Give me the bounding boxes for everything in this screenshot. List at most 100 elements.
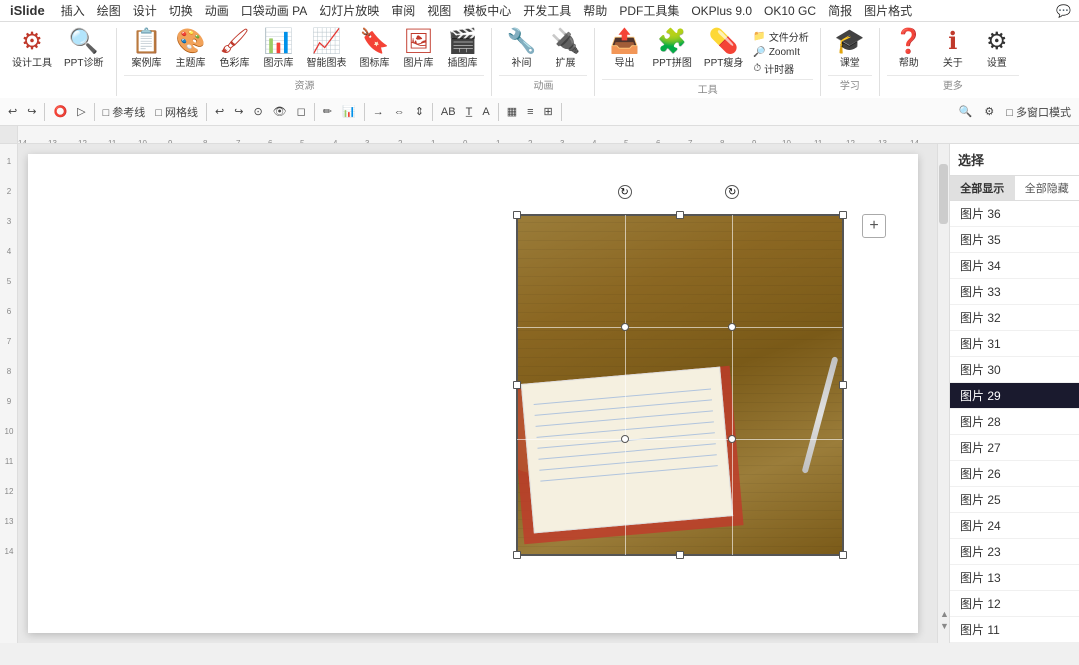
panel-item-26[interactable]: 图片 26 [950,461,1079,487]
scrollbar-vertical[interactable]: ▲ ▼ [937,144,949,643]
handle-br[interactable] [839,551,847,559]
crop-handle-3[interactable] [621,435,629,443]
rotate-right-tool[interactable]: ↪ [230,103,247,120]
panel-item-30[interactable]: 图片 30 [950,357,1079,383]
image-library-button[interactable]: 🖼 图片库 [396,26,440,73]
color-library-button[interactable]: 🖌 色彩库 [212,26,256,73]
panel-item-34[interactable]: 图片 34 [950,253,1079,279]
circle-tool[interactable]: ⊙ [249,103,266,120]
rotate-left-tool[interactable]: ↩ [211,103,228,120]
menu-review[interactable]: 审阅 [385,0,421,21]
help-button[interactable]: ❓ 帮助 [887,26,931,73]
format-tool[interactable]: ▦ [503,103,521,120]
panel-item-25[interactable]: 图片 25 [950,487,1079,513]
canvas-area[interactable]: ↻ ↻ + ▲ ▼ [18,144,949,643]
panel-item-36[interactable]: 图片 36 [950,201,1079,227]
panel-item-23[interactable]: 图片 23 [950,539,1079,565]
select-tool[interactable]: ⭕ [49,103,71,120]
redo-button[interactable]: ↪ [23,103,40,120]
comment-icon[interactable]: 💬 [1052,2,1075,20]
menu-slideshow[interactable]: 幻灯片放映 [313,0,385,21]
color-tool[interactable]: A [478,104,493,120]
panel-item-27[interactable]: 图片 27 [950,435,1079,461]
menu-help[interactable]: 帮助 [577,0,613,21]
export-button[interactable]: 📤 导出 [602,26,646,73]
ppt-slim-button[interactable]: 💊 PPT瘦身 [698,26,749,73]
multiwindow-toggle[interactable]: □ 多窗口模式 [1002,102,1075,122]
menu-okplus[interactable]: OKPlus 9.0 [685,2,758,20]
pen-tool[interactable]: ✏ [319,103,336,120]
tween-button[interactable]: 🔧 补间 [499,26,543,73]
panel-item-31[interactable]: 图片 31 [950,331,1079,357]
scrollbar-thumb[interactable] [939,164,948,224]
illustration-library-button[interactable]: 🎬 插图库 [440,26,484,73]
menu-report[interactable]: 简报 [822,0,858,21]
ppt-puzzle-button[interactable]: 🧩 PPT拼图 [646,26,697,73]
pointer-tool[interactable]: ▷ [73,103,89,120]
panel-item-12[interactable]: 图片 12 [950,591,1079,617]
menu-insert[interactable]: 插入 [55,0,91,21]
handle-tr[interactable] [839,211,847,219]
design-tool-button[interactable]: ⚙ 设计工具 [6,26,58,73]
smart-chart-button[interactable]: 📈 智能图表 [300,26,352,73]
chart-tool[interactable]: 📊 [338,103,360,120]
case-library-button[interactable]: 📋 案例库 [124,26,168,73]
plus-button[interactable]: + [862,214,886,238]
eye-tool[interactable]: 👁 [269,103,291,120]
grid-toggle[interactable]: □ 网格线 [151,102,202,122]
align-tool[interactable]: ⇔ [390,104,409,120]
classroom-button[interactable]: 🎓 课堂 [828,26,872,73]
extend-button[interactable]: 🔌 扩展 [543,26,587,73]
timer-button[interactable]: ⏱ 计时器 [749,60,812,77]
layout-tool[interactable]: ≡ [523,104,537,120]
selected-image[interactable]: ↻ ↻ [516,214,844,556]
menu-view[interactable]: 视图 [421,0,457,21]
arrow-tool[interactable]: → [369,104,388,120]
handle-tl[interactable] [513,211,521,219]
table-tool[interactable]: ⊞ [540,103,557,120]
theme-library-button[interactable]: 🎨 主题库 [168,26,212,73]
ppt-diagnose-button[interactable]: 🔍 PPT诊断 [58,26,109,73]
crop-handle-1[interactable] [621,323,629,331]
menu-template[interactable]: 模板中心 [457,0,517,21]
settings-gear[interactable]: ⚙ [980,103,998,120]
menu-animation[interactable]: 动画 [199,0,235,21]
menu-pdf[interactable]: PDF工具集 [613,0,685,21]
menu-image-format[interactable]: 图片格式 [858,0,918,21]
handle-mr[interactable] [839,381,847,389]
about-button[interactable]: ℹ 关于 [931,26,975,73]
rotate-handle-top-left[interactable]: ↻ [618,185,632,199]
menu-ok10[interactable]: OK10 GC [758,2,822,20]
reference-line-toggle[interactable]: □ 参考线 [99,102,150,122]
tab-show-all[interactable]: 全部显示 [950,176,1015,200]
handle-tm[interactable] [676,211,684,219]
settings-button[interactable]: ⚙ 设置 [975,26,1019,73]
menu-transition[interactable]: 切换 [163,0,199,21]
handle-bl[interactable] [513,551,521,559]
zoomit-button[interactable]: 🔎 ZoomIt [749,46,812,59]
undo-button[interactable]: ↩ [4,103,21,120]
diagram-library-button[interactable]: 📊 图示库 [256,26,300,73]
scroll-arrow-up[interactable]: ▲ [940,609,949,619]
menu-draw[interactable]: 绘图 [91,0,127,21]
underline-tool[interactable]: T̲ [462,104,477,120]
distribute-tool[interactable]: ⇕ [411,103,428,120]
icon-library-button[interactable]: 🔖 图标库 [352,26,396,73]
file-analysis-button[interactable]: 📁 文件分析 [749,28,812,45]
scroll-arrow-down[interactable]: ▼ [940,621,949,631]
panel-item-33[interactable]: 图片 33 [950,279,1079,305]
panel-item-13[interactable]: 图片 13 [950,565,1079,591]
handle-ml[interactable] [513,381,521,389]
panel-item-32[interactable]: 图片 32 [950,305,1079,331]
menu-developer[interactable]: 开发工具 [517,0,577,21]
tab-hide-all[interactable]: 全部隐藏 [1015,176,1079,200]
text-tool[interactable]: AB [437,104,460,120]
zoom-fit-button[interactable]: 🔍 [955,103,977,120]
rect-tool[interactable]: ◻ [293,103,310,120]
menu-pa[interactable]: 口袋动画 PA [235,0,313,21]
rotate-handle-top-right[interactable]: ↻ [725,185,739,199]
handle-bm[interactable] [676,551,684,559]
menu-design[interactable]: 设计 [127,0,163,21]
panel-item-29[interactable]: 图片 29 [950,383,1079,409]
panel-item-24[interactable]: 图片 24 [950,513,1079,539]
